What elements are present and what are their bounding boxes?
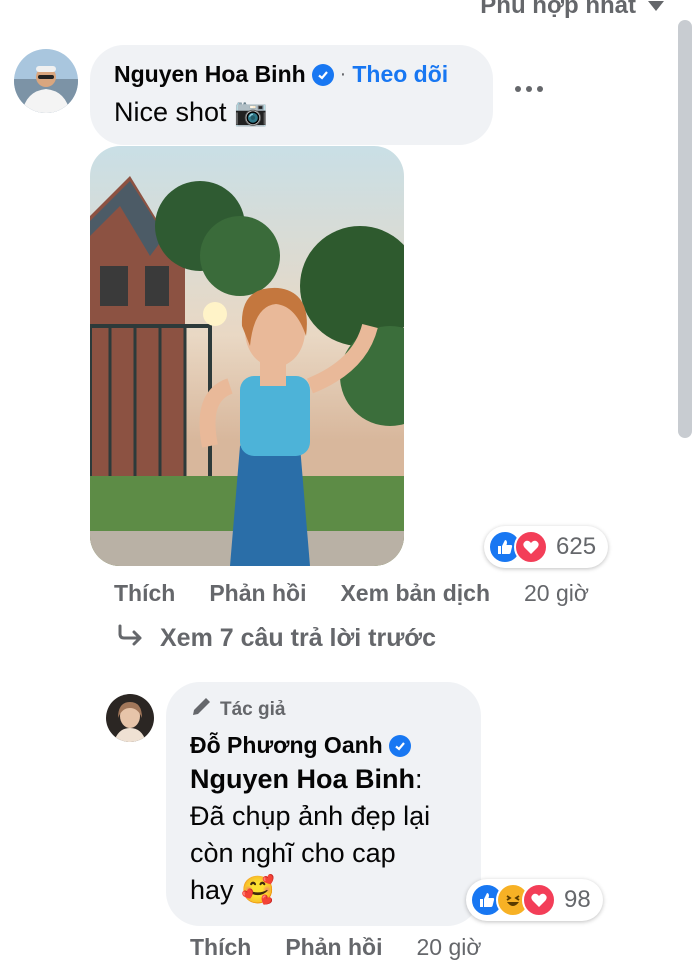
caret-down-icon	[648, 1, 664, 11]
reaction-summary[interactable]: 98	[466, 879, 603, 921]
love-reaction-icon	[514, 530, 548, 564]
pencil-icon	[190, 696, 212, 724]
like-button[interactable]: Thích	[114, 580, 175, 607]
avatar[interactable]	[106, 694, 154, 742]
like-button[interactable]: Thích	[190, 934, 251, 961]
comment-actions: Thích Phản hồi Xem bản dịch 20 giờ	[114, 580, 589, 607]
view-replies-label: Xem 7 câu trả lời trước	[160, 624, 436, 652]
reply-button[interactable]: Phản hồi	[285, 934, 382, 961]
author-badge-label: Tác giả	[220, 699, 286, 720]
reply-bubble: Tác giả Đỗ Phương Oanh Nguyen Hoa Binh: …	[166, 682, 481, 926]
view-previous-replies[interactable]: Xem 7 câu trả lời trước	[118, 624, 436, 653]
reply-text-line: hay 🥰	[190, 875, 275, 905]
love-reaction-icon	[522, 883, 556, 917]
reply-arrow-icon	[118, 624, 144, 653]
reply-actions: Thích Phản hồi 20 giờ	[190, 934, 481, 961]
reaction-count: 98	[564, 886, 591, 913]
comment-text: Nice shot 📷	[114, 97, 268, 127]
mention[interactable]: Nguyen Hoa Binh	[190, 764, 415, 794]
reply-text-line: Đã chụp ảnh đẹp lại	[190, 801, 431, 831]
verified-icon	[388, 734, 411, 757]
more-icon[interactable]	[515, 86, 543, 92]
reply-author[interactable]: Đỗ Phương Oanh	[190, 732, 383, 759]
sort-dropdown[interactable]: Phù hợp nhất	[480, 0, 664, 20]
avatar[interactable]	[14, 49, 78, 113]
comment-photo[interactable]	[90, 146, 404, 566]
sort-label: Phù hợp nhất	[480, 0, 636, 19]
author-badge: Tác giả	[190, 696, 457, 724]
reply-button[interactable]: Phản hồi	[209, 580, 306, 607]
mention-suffix: :	[415, 764, 423, 794]
reaction-count: 625	[556, 533, 597, 560]
translate-button[interactable]: Xem bản dịch	[340, 580, 490, 607]
comment-author[interactable]: Nguyen Hoa Binh	[114, 61, 306, 88]
reply-text: Nguyen Hoa Binh:	[190, 761, 457, 798]
separator: ·	[339, 63, 347, 85]
timestamp[interactable]: 20 giờ	[416, 934, 481, 961]
follow-button[interactable]: Theo dõi	[352, 61, 448, 88]
reaction-summary[interactable]: 625	[484, 526, 609, 568]
scrollbar[interactable]	[678, 20, 692, 438]
comment-bubble: Nguyen Hoa Binh · Theo dõi Nice shot 📷	[90, 45, 493, 145]
verified-icon	[311, 63, 334, 86]
reply-text-line: còn nghĩ cho cap	[190, 838, 396, 868]
timestamp[interactable]: 20 giờ	[524, 580, 589, 607]
